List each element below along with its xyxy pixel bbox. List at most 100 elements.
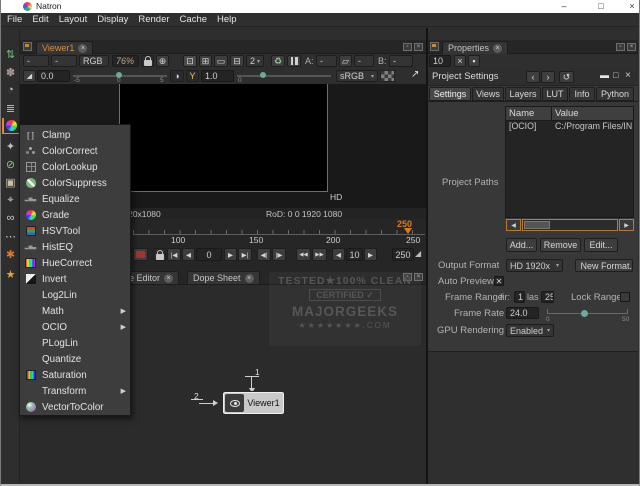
menu-display[interactable]: Display xyxy=(92,14,133,25)
menu-item-equalize[interactable]: ▂▅▃Equalize xyxy=(20,191,130,207)
menu-item-transform[interactable]: Transform▶ xyxy=(20,383,130,399)
pane-close-icon[interactable]: × xyxy=(627,43,636,51)
tool-gmic-button[interactable]: ✱ xyxy=(2,246,19,262)
menu-item-ploglin[interactable]: PLogLin xyxy=(20,335,130,351)
current-frame-field[interactable]: 0 xyxy=(196,248,222,261)
window-maximize-button[interactable]: □ xyxy=(590,0,612,13)
center-image-button[interactable]: ⊕ xyxy=(156,55,169,67)
tab-close-icon[interactable]: × xyxy=(245,274,254,283)
menu-item-log2lin[interactable]: Log2Lin xyxy=(20,287,130,303)
first-frame-button[interactable]: |◀ xyxy=(167,248,181,261)
tab-close-icon[interactable]: × xyxy=(493,44,502,53)
pane-float-icon[interactable]: ▫ xyxy=(616,43,625,51)
menu-item-clamp[interactable]: [ ]Clamp xyxy=(20,127,130,143)
menu-item-saturation[interactable]: Saturation xyxy=(20,367,130,383)
proxy-button[interactable]: ⊟ xyxy=(230,55,244,67)
frame-rate-field[interactable]: 24.0 xyxy=(506,307,539,319)
tab-close-icon[interactable]: × xyxy=(78,44,87,53)
tab-properties[interactable]: Properties× xyxy=(442,41,508,54)
previous-frame-button[interactable]: ◀| xyxy=(257,248,271,261)
tool-other-button[interactable]: ⋯ xyxy=(2,228,19,244)
tab-info[interactable]: Info xyxy=(569,87,595,101)
wipe-button[interactable]: ▱ xyxy=(339,55,352,67)
next-frame-button[interactable]: |▶ xyxy=(272,248,286,261)
pane-float-icon[interactable]: ▫ xyxy=(403,43,412,51)
play-forward-button[interactable]: ▶ xyxy=(224,248,237,261)
roi-button[interactable]: ⊞ xyxy=(199,55,212,67)
scroll-right-icon[interactable]: ▶ xyxy=(619,219,634,231)
tool-transform-button[interactable]: ⌖ xyxy=(2,192,19,208)
table-row[interactable]: [OCIO] C:/Program Files/IN xyxy=(506,121,633,133)
tool-draw-button[interactable]: ✽ xyxy=(2,64,19,80)
tab-dope-sheet[interactable]: Dope Sheet× xyxy=(187,271,260,284)
zoom-lock-button[interactable] xyxy=(141,55,154,67)
close-all-panels-button[interactable]: × xyxy=(454,55,466,67)
tool-image-button[interactable]: ⇅ xyxy=(2,46,19,62)
menu-item-vectortocolor[interactable]: VectorToColor xyxy=(20,399,130,415)
redo-button[interactable]: › xyxy=(541,71,555,83)
last-frame-field[interactable]: 25 xyxy=(541,291,554,303)
menu-item-huecorrect[interactable]: HueCorrect xyxy=(20,255,130,271)
menu-item-colorlookup[interactable]: ColorLookup xyxy=(20,159,130,175)
tool-extra-button[interactable]: ★ xyxy=(2,266,19,282)
play-backward-button[interactable]: ◀ xyxy=(182,248,195,261)
menu-file[interactable]: File xyxy=(2,14,27,25)
h-scrollbar-thumb[interactable] xyxy=(524,221,550,229)
h-scrollbar-track[interactable] xyxy=(522,219,618,231)
minimize-all-panels-button[interactable]: ▪ xyxy=(468,55,480,67)
menu-item-colorcorrect[interactable]: ColorCorrect xyxy=(20,143,130,159)
auto-previews-checkbox[interactable]: ✕ xyxy=(494,276,504,286)
gamma-slider-handle[interactable] xyxy=(260,72,266,78)
add-button[interactable]: Add... xyxy=(506,238,537,252)
column-header[interactable]: Value xyxy=(552,107,582,120)
checkerboard-button[interactable] xyxy=(380,70,395,82)
clip-to-format-button[interactable]: ⊡ xyxy=(183,55,197,67)
gpu-rendering-select[interactable]: Enabled▾ xyxy=(506,324,554,337)
pane-anchor-icon[interactable] xyxy=(430,42,439,51)
menu-help[interactable]: Help xyxy=(212,14,242,25)
window-minimize-button[interactable]: – xyxy=(553,0,575,13)
tool-views-button[interactable]: ∞ xyxy=(2,210,19,226)
edit-button[interactable]: Edit... xyxy=(584,238,618,252)
menu-item-quantize[interactable]: Quantize xyxy=(20,351,130,367)
last-frame-button[interactable]: ▶| xyxy=(238,248,252,261)
tab-close-icon[interactable]: × xyxy=(164,274,173,283)
format-button[interactable]: ▭ xyxy=(214,55,228,67)
max-panels-field[interactable]: 10 xyxy=(429,55,451,67)
increment-right-button[interactable]: ▶ xyxy=(364,248,377,261)
luma-button[interactable]: Y xyxy=(186,70,199,82)
tool-keyer-button[interactable]: ⊘ xyxy=(2,156,19,172)
project-paths-table[interactable]: Name Value [OCIO] C:/Program Files/IN xyxy=(505,106,634,218)
tool-channel-button[interactable]: ≣ xyxy=(2,100,19,116)
viewer1-node[interactable]: Viewer1 xyxy=(223,392,284,414)
tab-lut[interactable]: LUT xyxy=(542,87,568,101)
panel-close-icon[interactable]: × xyxy=(625,70,631,81)
menu-item-ocio[interactable]: OCIO▶ xyxy=(20,319,130,335)
tab-viewer1[interactable]: Viewer1 × xyxy=(36,41,93,54)
colorspace-select[interactable]: sRGB▾ xyxy=(336,70,378,82)
picker-arrow-icon[interactable]: ↗ xyxy=(411,69,419,80)
menu-render[interactable]: Render xyxy=(133,14,174,25)
panel-float-icon[interactable]: □ xyxy=(613,70,618,80)
alpha-channel-select[interactable]: - xyxy=(51,55,77,67)
lock-range-checkbox[interactable] xyxy=(620,292,630,302)
menu-item-colorsuppress[interactable]: ColorSuppress xyxy=(20,175,130,191)
frame-rate-slider-handle[interactable] xyxy=(581,310,588,317)
pane-close-icon[interactable]: × xyxy=(414,43,423,51)
out-frame-field[interactable]: 250 xyxy=(392,248,414,261)
tool-time-button[interactable]: ◔ xyxy=(2,82,19,98)
new-format-button[interactable]: New Format. xyxy=(575,259,633,272)
first-frame-field[interactable]: 1 xyxy=(514,291,525,303)
menu-item-grade[interactable]: Grade xyxy=(20,207,130,223)
restore-defaults-icon[interactable]: ↺ xyxy=(559,71,574,83)
menu-edit[interactable]: Edit xyxy=(27,14,53,25)
scroll-left-icon[interactable]: ◀ xyxy=(506,219,521,231)
wipe-mode-select[interactable]: - xyxy=(354,55,374,67)
display-channels-select[interactable]: RGB xyxy=(79,55,109,67)
gamma-slider[interactable] xyxy=(237,75,331,77)
tool-filter-button[interactable]: ✦ xyxy=(2,138,19,154)
frame-range-lock-button[interactable] xyxy=(153,248,166,261)
layer-select[interactable]: - xyxy=(23,55,49,67)
undo-button[interactable]: ‹ xyxy=(526,71,540,83)
refresh-button[interactable]: ♻ xyxy=(271,55,285,67)
